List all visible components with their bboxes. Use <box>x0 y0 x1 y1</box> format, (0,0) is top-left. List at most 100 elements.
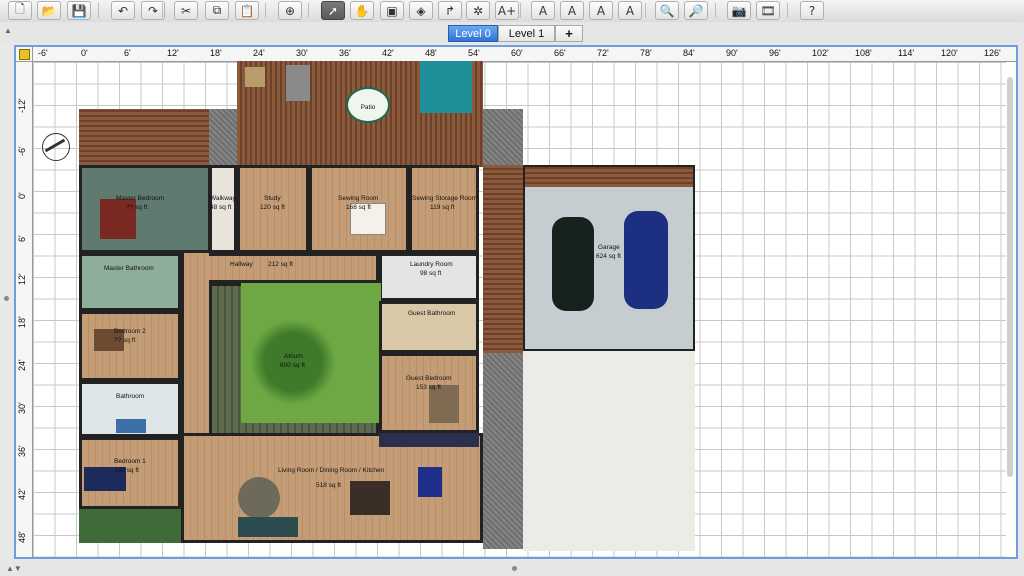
living-sofa[interactable] <box>238 517 298 537</box>
vertical-scrollbar[interactable] <box>1007 77 1013 477</box>
kitchen-counter[interactable] <box>379 433 479 447</box>
undo-button[interactable]: ↶ <box>111 1 135 20</box>
add-level-button[interactable]: + <box>555 25 583 42</box>
room-area-hallway: 212 sq ft <box>268 261 293 268</box>
level-tab-bar: Level 0 Level 1 + <box>0 22 1024 44</box>
ruler-tick-label: 18' <box>17 316 27 328</box>
room-label-sewing: Sewing Room <box>338 195 379 202</box>
toolbar-separator <box>162 3 163 18</box>
ruler-tick-label: -12' <box>17 98 27 113</box>
ruler-tick-label: -6' <box>17 146 27 156</box>
toolbar-separator <box>520 3 521 18</box>
side-deck[interactable] <box>483 165 523 353</box>
room-area-guest-bedroom: 153 sq ft <box>416 384 441 391</box>
ruler-tick-label: 30' <box>17 402 27 414</box>
ruler-tick-label: 84' <box>683 48 695 58</box>
room-label-laundry: Laundry Room <box>410 261 453 268</box>
room-label-patio: Patio <box>360 104 376 111</box>
room-area-master-bedroom: ?? sq ft <box>126 204 148 211</box>
patio-chair[interactable] <box>245 67 265 87</box>
room-area-bedroom-2: ?? sq ft <box>114 337 136 344</box>
ruler-tick-label: 42' <box>382 48 394 58</box>
ruler-tick-label: 96' <box>769 48 781 58</box>
ruler-tick-label: 36' <box>17 445 27 457</box>
ruler-tick-label: 6' <box>124 48 131 58</box>
tab-level-0[interactable]: Level 0 <box>448 25 498 42</box>
ruler-tick-label: 0' <box>17 192 27 199</box>
patio-planter[interactable] <box>286 65 310 101</box>
room-area-atrium: 600 sq ft <box>280 362 305 369</box>
room-area-study: 120 sq ft <box>260 204 285 211</box>
toolbar-separator <box>787 3 788 18</box>
ruler-tick-label: 72' <box>597 48 609 58</box>
increase-text-button[interactable]: A <box>531 1 555 20</box>
ruler-tick-label: 48' <box>17 531 27 543</box>
create-rooms-button[interactable]: ◈ <box>409 1 433 20</box>
garage-shelf <box>525 167 693 187</box>
paste-button[interactable]: 📋 <box>235 1 259 20</box>
collapse-arrow-icon[interactable]: ▲ <box>4 26 12 35</box>
ruler-tick-label: 12' <box>17 273 27 285</box>
ruler-tick-label: 6' <box>17 235 27 242</box>
compass-icon[interactable] <box>42 133 70 161</box>
left-deck[interactable] <box>79 109 209 165</box>
room-area-living: 518 sq ft <box>316 482 341 489</box>
dining-table[interactable] <box>350 481 390 515</box>
room-label-sewing-storage: Sewing Storage Room <box>412 195 478 202</box>
room-area-sewing-storage: 119 sq ft <box>430 204 455 211</box>
zoom-out-button[interactable]: 🔎 <box>684 1 708 20</box>
ruler-tick-label: 66' <box>554 48 566 58</box>
help-button[interactable]: ? <box>800 1 824 20</box>
decrease-text-button[interactable]: A <box>560 1 584 20</box>
ruler-tick-label: 78' <box>640 48 652 58</box>
new-home-button[interactable]: 🗋 <box>8 1 32 20</box>
add-furniture-button[interactable]: ⊕ <box>278 1 302 20</box>
create-dimensions-button[interactable]: ✲ <box>466 1 490 20</box>
scroll-up-arrow-icon[interactable]: ▲▼ <box>6 564 22 573</box>
bold-text-button[interactable]: A <box>589 1 613 20</box>
create-video-button[interactable]: 🎞 <box>756 1 780 20</box>
create-polylines-button[interactable]: ↱ <box>438 1 462 20</box>
room-label-atrium: Atrium <box>284 353 303 360</box>
room-label-living: Living Room / Dining Room / Kitchen <box>278 467 385 474</box>
bath-tub[interactable] <box>116 419 146 433</box>
ruler-tick-label: 24' <box>253 48 265 58</box>
toolbar-separator <box>308 3 309 18</box>
room-area-walkway: 48 sq ft <box>210 204 232 211</box>
car-blue[interactable] <box>624 211 668 309</box>
toolbar-separator <box>98 3 99 18</box>
lock-icon[interactable] <box>19 49 30 60</box>
room-label-guest-bedroom: Guest Bedroom <box>406 375 452 382</box>
room-label-garage: Garage <box>598 244 620 251</box>
create-walls-button[interactable]: ▣ <box>380 1 404 20</box>
copy-button[interactable]: ⧉ <box>205 1 229 20</box>
ruler-tick-label: 18' <box>210 48 222 58</box>
add-text-button[interactable]: A+ <box>495 1 519 20</box>
bottom-drag-handle[interactable] <box>512 566 517 571</box>
ruler-tick-label: 48' <box>425 48 437 58</box>
room-area-garage: 624 sq ft <box>596 253 621 260</box>
open-button[interactable]: 📂 <box>37 1 61 20</box>
room-area-laundry: 98 sq ft <box>420 270 442 277</box>
room-label-walkway: Walkway <box>210 195 236 202</box>
room-master-bathroom[interactable] <box>79 253 181 311</box>
toolbar-separator <box>265 3 266 18</box>
side-drag-handle[interactable] <box>4 296 9 301</box>
room-area-bedroom-1: 140 sq ft <box>114 467 139 474</box>
plan-view[interactable]: -6' 0' 6' 12' 18' 24' 30' 36' 42' 48' 54' 60' 66' 72'… <box>14 45 1018 559</box>
hallway-west[interactable] <box>181 253 209 463</box>
cut-button[interactable]: ✂ <box>174 1 198 20</box>
tab-level-1[interactable]: Level 1 <box>498 25 555 42</box>
ruler-tick-label: 126' <box>984 48 1001 58</box>
car-black[interactable] <box>552 217 594 311</box>
create-photo-button[interactable]: 📷 <box>727 1 751 20</box>
save-button[interactable]: 💾 <box>67 1 91 20</box>
italic-text-button[interactable]: A <box>618 1 642 20</box>
pan-mode-button[interactable]: ✋ <box>350 1 374 20</box>
main-toolbar: 🗋 📂 💾 ↶ ↷ ✂ ⧉ 📋 ⊕ ➚ ✋ ▣ ◈ ↱ ✲ A+ A A A A 🔍 🔎 📷 🎞? <box>0 0 1024 23</box>
ruler-tick-label: 0' <box>81 48 88 58</box>
zoom-in-button[interactable]: 🔍 <box>655 1 679 20</box>
room-guest-bathroom[interactable] <box>379 301 479 353</box>
select-mode-button[interactable]: ➚ <box>321 1 345 20</box>
kitchen-island[interactable] <box>418 467 442 497</box>
